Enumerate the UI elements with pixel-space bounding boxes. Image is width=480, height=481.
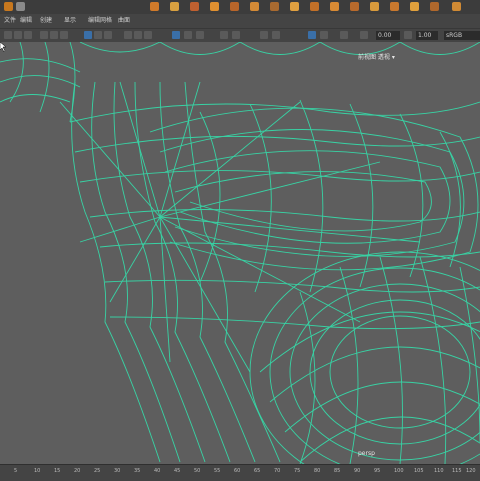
viewport-camera-name: persp [358, 450, 375, 457]
timeline-tick: 55 [214, 468, 221, 474]
timeline-tick: 40 [154, 468, 161, 474]
wireframe-mesh [0, 42, 480, 464]
timeline-tick: 15 [54, 468, 61, 474]
timeline-tick: 45 [174, 468, 181, 474]
value-field[interactable]: 0.00 [376, 31, 400, 40]
move-icon[interactable] [40, 31, 48, 39]
timeline-tick: 115 [452, 468, 462, 474]
shelf-bar [0, 0, 480, 15]
view-tool-icon[interactable] [320, 31, 328, 39]
shelf-tool-icon[interactable] [410, 2, 419, 11]
paint-icon[interactable] [24, 31, 32, 39]
timeline-tick: 30 [114, 468, 121, 474]
status-toolbar: 0.00 1.00 sRGB gamma [0, 28, 480, 48]
view-tool-icon[interactable] [308, 31, 316, 39]
shelf-tool-icon[interactable] [230, 2, 239, 11]
view-tool-icon[interactable] [340, 31, 348, 39]
menu-item[interactable]: 编辑 [20, 14, 32, 28]
timeline-tick: 85 [334, 468, 341, 474]
shelf-tool-icon[interactable] [452, 2, 461, 11]
camera-icon[interactable] [172, 31, 180, 39]
scale-icon[interactable] [60, 31, 68, 39]
view-tool-icon[interactable] [404, 31, 412, 39]
value-field[interactable]: 1.00 [416, 31, 438, 40]
view-tool-icon[interactable] [124, 31, 132, 39]
timeline-tick: 50 [194, 468, 201, 474]
timeline-tick: 90 [354, 468, 361, 474]
timeline-tick: 70 [274, 468, 281, 474]
menu-item[interactable]: 创建 [40, 14, 52, 28]
snap-grid-icon[interactable] [84, 31, 92, 39]
shelf-tool-icon[interactable] [190, 2, 199, 11]
shelf-tool-icon[interactable] [270, 2, 279, 11]
timeline-tick: 95 [374, 468, 381, 474]
menu-item[interactable]: 文件 [4, 14, 16, 28]
view-tool-icon[interactable] [360, 31, 368, 39]
timeline-tick: 60 [234, 468, 241, 474]
view-tool-icon[interactable] [232, 31, 240, 39]
lasso-icon[interactable] [14, 31, 22, 39]
shelf-tool-icon[interactable] [390, 2, 399, 11]
shelf-tool-icon[interactable] [350, 2, 359, 11]
viewport-panel[interactable]: 前视图 透视 ▾ persp [0, 42, 480, 464]
shelf-tool-icon[interactable] [210, 2, 219, 11]
select-icon[interactable] [4, 31, 12, 39]
snap-curve-icon[interactable] [94, 31, 102, 39]
shelf-tool-icon[interactable] [290, 2, 299, 11]
timeline-tick: 105 [414, 468, 424, 474]
time-slider[interactable]: 5 10 15 20 25 30 35 40 45 50 55 60 65 70… [0, 464, 480, 481]
timeline-tick: 80 [314, 468, 321, 474]
snap-point-icon[interactable] [104, 31, 112, 39]
shelf-tool-icon[interactable] [4, 2, 13, 11]
cursor-icon [0, 42, 7, 52]
timeline-tick: 35 [134, 468, 141, 474]
view-tool-icon[interactable] [144, 31, 152, 39]
timeline-tick: 10 [34, 468, 41, 474]
shelf-tool-icon[interactable] [16, 2, 25, 11]
timeline-tick: 5 [14, 468, 18, 474]
rotate-icon[interactable] [50, 31, 58, 39]
timeline-tick: 20 [74, 468, 81, 474]
menu-bar: 文件 编辑 创建 显示 编辑网格 曲面 [0, 14, 480, 28]
timeline-tick: 65 [254, 468, 261, 474]
timeline-tick: 25 [94, 468, 101, 474]
view-tool-icon[interactable] [184, 31, 192, 39]
shelf-tool-icon[interactable] [250, 2, 259, 11]
colorspace-field[interactable]: sRGB gamma [444, 31, 480, 48]
menu-item[interactable]: 编辑网格 [88, 14, 112, 28]
shelf-tool-icon[interactable] [310, 2, 319, 11]
view-tool-icon[interactable] [196, 31, 204, 39]
shelf-tool-icon[interactable] [150, 2, 159, 11]
timeline-tick: 120 [466, 468, 476, 474]
viewport-camera-label[interactable]: 前视图 透视 ▾ [358, 52, 395, 61]
shelf-tool-icon[interactable] [370, 2, 379, 11]
shelf-tool-icon[interactable] [170, 2, 179, 11]
menu-item[interactable]: 曲面 [118, 14, 130, 28]
view-tool-icon[interactable] [260, 31, 268, 39]
shelf-tool-icon[interactable] [330, 2, 339, 11]
view-tool-icon[interactable] [272, 31, 280, 39]
timeline-tick: 75 [294, 468, 301, 474]
timeline-tick: 100 [394, 468, 404, 474]
view-tool-icon[interactable] [220, 31, 228, 39]
view-tool-icon[interactable] [134, 31, 142, 39]
timeline-tick: 110 [434, 468, 444, 474]
menu-item[interactable]: 显示 [64, 14, 76, 28]
shelf-tool-icon[interactable] [430, 2, 439, 11]
